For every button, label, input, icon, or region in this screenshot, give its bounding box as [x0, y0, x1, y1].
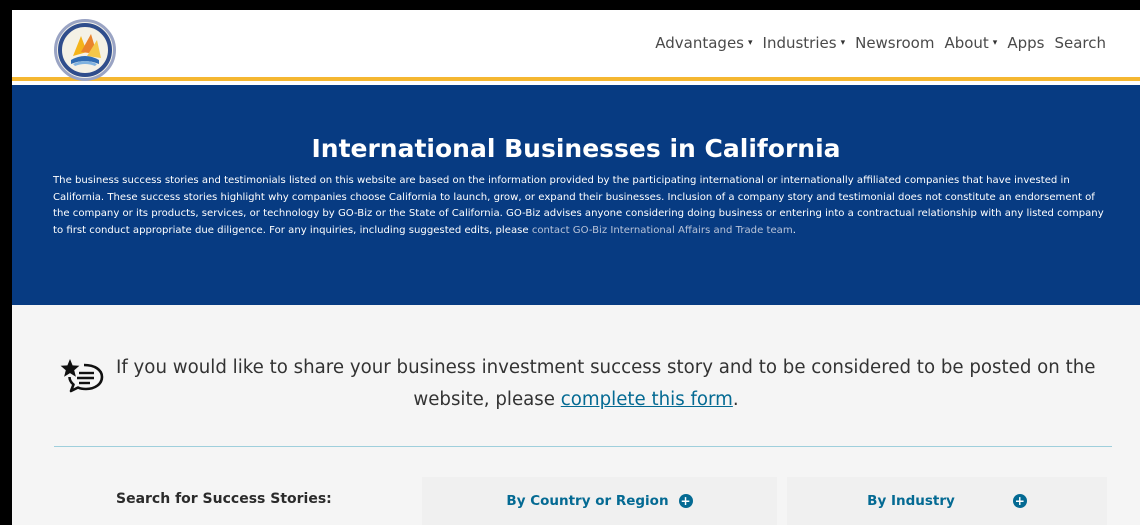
- share-story-text: If you would like to share your business…: [116, 357, 1096, 378]
- filter-by-country-button[interactable]: By Country or Region +: [422, 477, 777, 525]
- disclaimer-end: .: [792, 224, 796, 236]
- nav-industries[interactable]: Industries ▾: [763, 34, 846, 52]
- caret-down-icon: ▾: [747, 38, 753, 48]
- nav-advantages-label: Advantages: [655, 34, 744, 52]
- caret-down-icon: ▾: [840, 38, 846, 48]
- go-biz-seal-logo[interactable]: [54, 19, 116, 81]
- share-line2-prefix: website, please: [413, 389, 561, 410]
- nav-industries-label: Industries: [762, 34, 837, 52]
- nav-advantages[interactable]: Advantages ▾: [655, 34, 752, 52]
- main-content: If you would like to share your business…: [12, 305, 1140, 525]
- contact-trade-team-link[interactable]: contact GO-Biz International Affairs and…: [532, 225, 793, 236]
- filter-by-country-label: By Country or Region: [506, 493, 669, 509]
- browser-viewport: Advantages ▾ Industries ▾ Newsroom About…: [12, 10, 1140, 525]
- disclaimer-text: The business success stories and testimo…: [53, 173, 1113, 239]
- caret-down-icon: ▾: [992, 38, 998, 48]
- plus-circle-icon: +: [678, 494, 693, 508]
- nav-newsroom-label: Newsroom: [855, 34, 935, 52]
- share-story-text-continued: website, please complete this form.: [12, 389, 1140, 410]
- site-header: Advantages ▾ Industries ▾ Newsroom About…: [12, 10, 1140, 81]
- complete-form-link[interactable]: complete this form: [561, 389, 733, 410]
- main-navigation: Advantages ▾ Industries ▾ Newsroom About…: [655, 34, 1106, 52]
- search-stories-label: Search for Success Stories:: [116, 491, 332, 507]
- nav-apps-label: Apps: [1007, 34, 1045, 52]
- hero-banner: International Businesses in California T…: [12, 85, 1140, 305]
- nav-search[interactable]: Search: [1054, 34, 1106, 52]
- section-divider: [54, 446, 1112, 447]
- nav-about[interactable]: About ▾: [944, 34, 997, 52]
- nav-search-label: Search: [1054, 34, 1106, 52]
- nav-apps[interactable]: Apps: [1007, 34, 1044, 52]
- plus-circle-icon: +: [1012, 494, 1027, 508]
- filter-by-industry-button[interactable]: By Industry +: [787, 477, 1107, 525]
- nav-about-label: About: [944, 34, 989, 52]
- share-line2-suffix: .: [732, 389, 739, 410]
- nav-newsroom[interactable]: Newsroom: [855, 34, 934, 52]
- page-title: International Businesses in California: [311, 134, 841, 163]
- filter-by-industry-label: By Industry: [867, 493, 955, 509]
